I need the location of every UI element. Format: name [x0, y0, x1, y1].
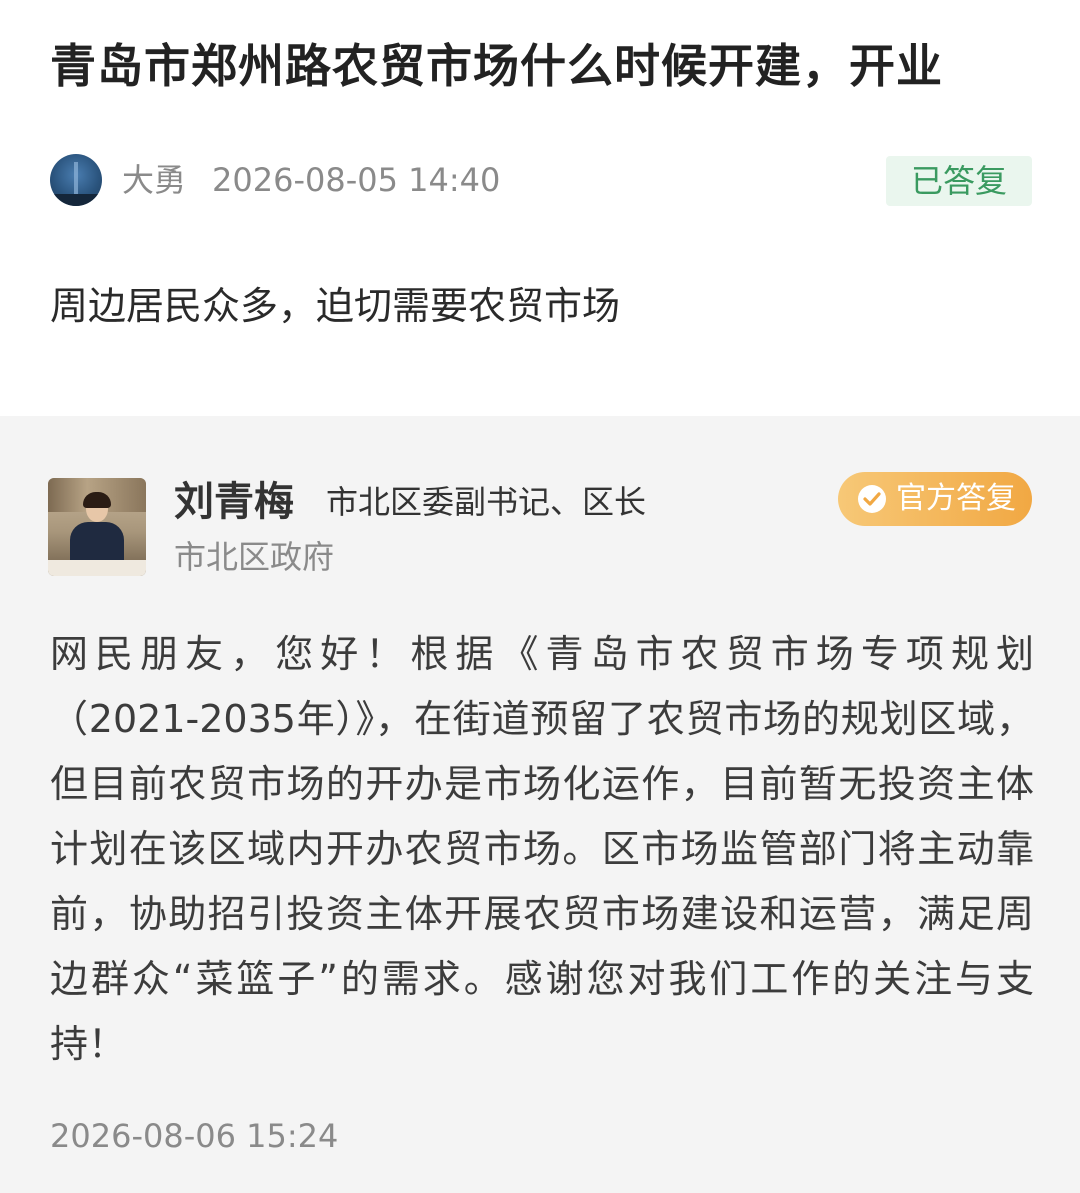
question-body: 周边居民众多，迫切需要农贸市场	[50, 284, 621, 328]
official-name: 刘青梅	[174, 479, 294, 525]
question-card: 青岛市郑州路农贸市场什么时候开建，开业 大勇 2026-08-05 14:40 …	[0, 0, 1080, 416]
verified-check-icon	[858, 485, 886, 513]
asker-avatar[interactable]	[50, 154, 102, 206]
avatar-detail	[50, 194, 102, 206]
reply-body: 网民朋友，您好！根据《青岛市农贸市场专项规划（2021-2035年）》，在街道预…	[50, 632, 1034, 1066]
official-title: 市北区委副书记、区长	[326, 483, 647, 521]
official-reply-badge: 官方答复	[838, 472, 1032, 526]
question-title: 青岛市郑州路农贸市场什么时候开建，开业	[50, 39, 943, 93]
status-badge: 已答复	[886, 156, 1032, 206]
photo-detail	[70, 522, 124, 562]
photo-detail	[48, 560, 146, 576]
reply-timestamp: 2026-08-06 15:24	[50, 1117, 339, 1155]
official-organization: 市北区政府	[174, 538, 335, 576]
asker-name[interactable]: 大勇	[122, 158, 186, 202]
photo-detail	[83, 492, 111, 508]
answer-card: 刘青梅 市北区委副书记、区长 市北区政府 官方答复 网民朋友，您好！根据《青岛市…	[0, 416, 1080, 1193]
asked-timestamp: 2026-08-05 14:40	[212, 161, 501, 199]
official-avatar[interactable]	[48, 478, 146, 576]
official-badge-label: 官方答复	[896, 481, 1016, 516]
